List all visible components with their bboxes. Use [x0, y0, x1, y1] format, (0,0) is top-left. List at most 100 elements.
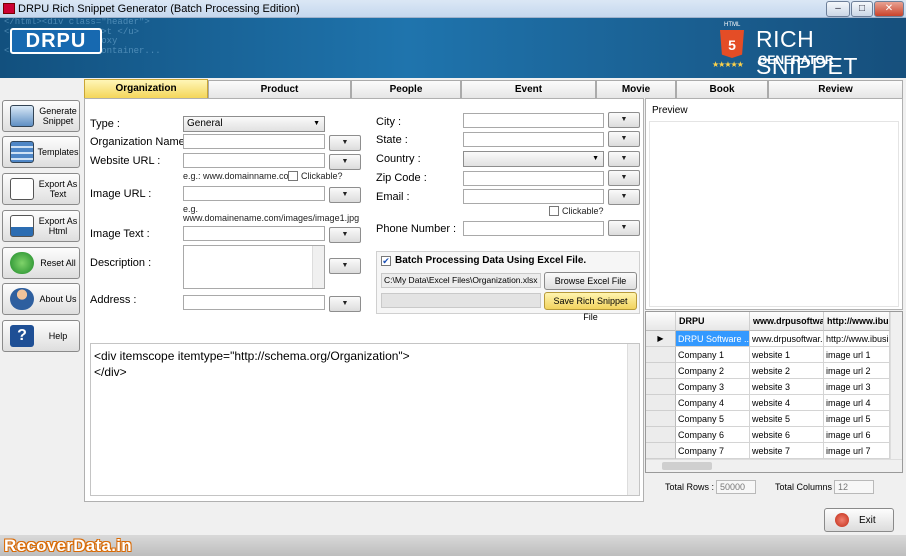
exit-button[interactable]: Exit [824, 508, 894, 532]
phone-number-input[interactable] [463, 221, 604, 236]
tab-movie[interactable]: Movie [596, 80, 676, 98]
templates-button[interactable]: Templates [2, 136, 80, 168]
code-scrollbar[interactable] [627, 344, 639, 495]
grid-cell[interactable]: Company 6 [676, 427, 750, 443]
tab-product[interactable]: Product [208, 80, 351, 98]
generate-snippet-button[interactable]: Generate Snippet [2, 100, 80, 132]
tab-people[interactable]: People [351, 80, 461, 98]
grid-cell[interactable]: website 2 [750, 363, 824, 379]
row-header[interactable] [646, 395, 676, 411]
row-header[interactable] [646, 363, 676, 379]
grid-scroll-thumb[interactable] [662, 462, 712, 470]
grid-cell[interactable]: image url 7 [824, 443, 890, 459]
code-output[interactable]: <div itemscope itemtype="http://schema.o… [90, 343, 640, 496]
grid-cell[interactable]: DRPU Software ... [676, 331, 750, 347]
grid-cell[interactable]: website 1 [750, 347, 824, 363]
website-clickable-checkbox[interactable] [288, 171, 298, 181]
grid-cell[interactable]: image url 3 [824, 379, 890, 395]
app-icon [3, 3, 15, 14]
grid-cell[interactable]: Company 1 [676, 347, 750, 363]
grid-cell[interactable]: website 5 [750, 411, 824, 427]
image-text-input[interactable] [183, 226, 325, 241]
grid-header-website[interactable]: www.drpusoftware.com [750, 312, 824, 331]
grid-cell[interactable]: www.drpusoftwar... [750, 331, 824, 347]
grid-cell[interactable]: Company 4 [676, 395, 750, 411]
excel-data-grid[interactable]: DRPU www.drpusoftware.com http://www.ibu… [645, 311, 903, 473]
city-input[interactable] [463, 113, 604, 128]
tab-event[interactable]: Event [461, 80, 596, 98]
zip-code-label: Zip Code : [376, 172, 427, 184]
minimize-button[interactable]: – [826, 1, 850, 17]
country-select[interactable]: ▼ [463, 151, 604, 167]
export-html-button[interactable]: Export As Html [2, 210, 80, 242]
row-header[interactable] [646, 379, 676, 395]
website-url-column-dropdown[interactable]: ▼ [329, 154, 361, 170]
grid-cell[interactable]: Company 7 [676, 443, 750, 459]
tab-book[interactable]: Book [676, 80, 768, 98]
email-input[interactable] [463, 189, 604, 204]
window-title: DRPU Rich Snippet Generator (Batch Proce… [18, 3, 300, 15]
power-icon [835, 513, 849, 527]
image-url-input[interactable] [183, 186, 325, 201]
zip-code-input[interactable] [463, 171, 604, 186]
row-header[interactable] [646, 347, 676, 363]
grid-header-image[interactable]: http://www.ibusi... [824, 312, 890, 331]
close-button[interactable]: ✕ [874, 1, 904, 17]
state-column-dropdown[interactable]: ▼ [608, 131, 640, 147]
grid-cell[interactable]: image url 5 [824, 411, 890, 427]
grid-cell[interactable]: Company 3 [676, 379, 750, 395]
sidebar-item-label: Help [48, 331, 68, 341]
zip-code-column-dropdown[interactable]: ▼ [608, 170, 640, 186]
tab-review[interactable]: Review [768, 80, 903, 98]
website-url-input[interactable] [183, 153, 325, 168]
grid-horizontal-scrollbar[interactable] [646, 459, 902, 472]
grid-cell[interactable]: website 6 [750, 427, 824, 443]
city-column-dropdown[interactable]: ▼ [608, 112, 640, 128]
exit-label: Exit [859, 515, 876, 526]
grid-cell[interactable]: image url 1 [824, 347, 890, 363]
grid-cell[interactable]: http://www.ibusi... [824, 331, 890, 347]
grid-cell[interactable]: image url 4 [824, 395, 890, 411]
type-select[interactable]: General ▼ [183, 116, 325, 132]
email-column-dropdown[interactable]: ▼ [608, 189, 640, 205]
image-url-column-dropdown[interactable]: ▼ [329, 187, 361, 203]
grid-cell[interactable]: Company 2 [676, 363, 750, 379]
help-button[interactable]: ? Help [2, 320, 80, 352]
grid-vertical-scrollbar[interactable] [890, 312, 902, 459]
drpu-logo: DRPU [10, 28, 102, 54]
total-columns-label: Total Columns : [775, 482, 838, 492]
browse-excel-button[interactable]: Browse Excel File [544, 272, 637, 290]
row-header-current[interactable]: ▶ [646, 331, 676, 347]
templates-icon [10, 141, 34, 163]
state-input[interactable] [463, 132, 604, 147]
reset-all-button[interactable]: Reset All [2, 247, 80, 279]
maximize-button[interactable]: □ [851, 1, 873, 17]
save-rich-snippet-button[interactable]: Save Rich Snippet File [544, 292, 637, 322]
grid-cell[interactable]: image url 2 [824, 363, 890, 379]
phone-number-column-dropdown[interactable]: ▼ [608, 220, 640, 236]
grid-header-drpu[interactable]: DRPU [676, 312, 750, 331]
export-html-icon [10, 215, 34, 237]
email-clickable-checkbox[interactable] [549, 206, 559, 216]
description-column-dropdown[interactable]: ▼ [329, 258, 361, 274]
image-text-column-dropdown[interactable]: ▼ [329, 227, 361, 243]
grid-cell[interactable]: website 7 [750, 443, 824, 459]
tab-organization[interactable]: Organization [84, 79, 208, 98]
country-column-dropdown[interactable]: ▼ [608, 151, 640, 167]
grid-cell[interactable]: website 3 [750, 379, 824, 395]
grid-cell[interactable]: image url 6 [824, 427, 890, 443]
organization-name-column-dropdown[interactable]: ▼ [329, 135, 361, 151]
organization-name-input[interactable] [183, 134, 325, 149]
description-scrollbar[interactable] [312, 246, 324, 288]
row-header[interactable] [646, 443, 676, 459]
row-header[interactable] [646, 427, 676, 443]
grid-cell[interactable]: website 4 [750, 395, 824, 411]
address-input[interactable] [183, 295, 325, 310]
export-text-button[interactable]: Export As Text [2, 173, 80, 205]
address-column-dropdown[interactable]: ▼ [329, 296, 361, 312]
batch-processing-checkbox[interactable]: ✔ [381, 256, 391, 266]
row-header[interactable] [646, 411, 676, 427]
grid-cell[interactable]: Company 5 [676, 411, 750, 427]
description-textarea[interactable] [183, 245, 325, 289]
about-us-button[interactable]: About Us [2, 283, 80, 315]
